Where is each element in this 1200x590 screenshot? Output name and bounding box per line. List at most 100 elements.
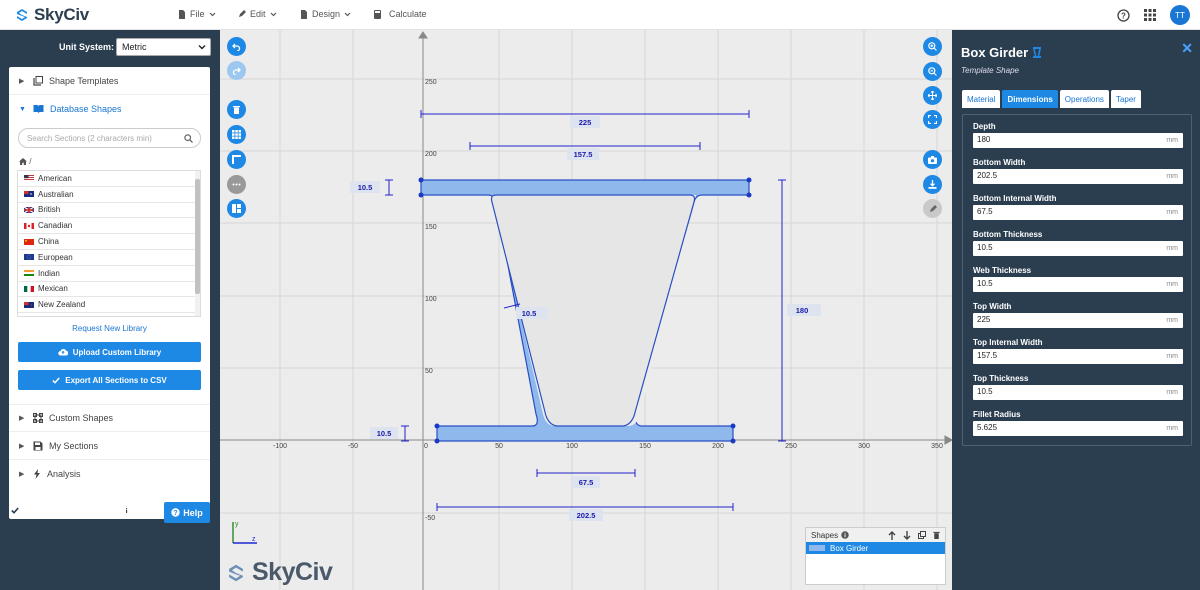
accordion-database-shapes[interactable]: ▼ Database Shapes [9,95,210,123]
top-thickness-value: 10.5 [977,387,993,396]
undo-button[interactable] [227,37,246,56]
library-item-european[interactable]: European [18,250,200,266]
library-item-label: New Zealand [38,300,86,310]
arrow-down-icon[interactable] [903,530,911,540]
zoom-in-button[interactable] [923,37,942,56]
library-item-british[interactable]: British [18,203,200,219]
library-item-american[interactable]: American [18,171,200,187]
copy-icon[interactable] [918,531,926,539]
depth-input[interactable]: 180 mm [973,133,1183,148]
accordion-shape-templates[interactable]: ▶ Shape Templates [9,67,210,95]
library-item-new-zealand[interactable]: New Zealand [18,297,200,314]
section-library-card: ▶ Shape Templates ▼ Database Shapes Sear… [9,67,210,519]
fit-view-button[interactable] [923,110,942,129]
left-panel: Unit System: Metric ▶ Shape Templates ▼ … [0,30,220,590]
chevron-down-icon: ▼ [19,105,26,113]
accordion-my-sections[interactable]: ▶ My Sections [9,432,210,460]
library-item-australian[interactable]: Australian [18,187,200,203]
top-width-label: Top Width [973,302,1012,311]
library-item-label: Australian [38,189,74,199]
export-sections-csv-button[interactable]: Export All Sections to CSV [18,370,201,390]
edit-tool-button[interactable] [923,199,942,218]
top-internal-width-input[interactable]: 157.5 mm [973,349,1183,364]
tab-taper[interactable]: Taper [1110,90,1141,108]
info-icon[interactable] [841,531,849,539]
bottom-width-label: Bottom Width [973,158,1026,167]
zoom-out-icon [928,67,937,76]
corner-tool-button[interactable] [227,150,246,169]
close-icon[interactable]: ✕ [1181,40,1193,57]
tab-dimensions[interactable]: Dimensions [1002,90,1058,108]
bottom-thickness-input[interactable]: 10.5 mm [973,241,1183,256]
menu-file-label: File [190,9,205,19]
top-width-input[interactable]: 225 mm [973,313,1183,328]
apps-grid-icon[interactable] [1144,9,1156,21]
library-item-indian[interactable]: Indian [18,266,200,282]
x-tick: 300 [858,443,870,450]
arrow-up-icon[interactable] [888,530,896,540]
upload-custom-library-button[interactable]: Upload Custom Library [18,342,201,362]
bottom-internal-width-value: 67.5 [977,207,993,216]
accordion-analysis[interactable]: ▶ Analysis [9,460,210,488]
tab-operations[interactable]: Operations [1059,90,1109,108]
x-tick: -50 [348,443,358,450]
library-item-canadian[interactable]: Canadian [18,218,200,235]
web-thickness-value: 10.5 [977,279,993,288]
calculator-icon [374,9,381,19]
library-item-mexican[interactable]: Mexican [18,282,200,298]
fillet-radius-input[interactable]: 5.625 mm [973,421,1183,436]
accordion-custom-shapes[interactable]: ▶ Custom Shapes [9,404,210,432]
web-thickness-input[interactable]: 10.5 mm [973,277,1183,292]
breadcrumb[interactable]: / [19,157,31,166]
x-tick: 200 [712,443,724,450]
trash-icon[interactable] [933,531,940,539]
drawing-canvas[interactable]: -100 -50 0 50 100 150 200 250 300 350 25… [220,30,952,590]
download-button[interactable] [923,175,942,194]
help-button[interactable]: ? Help [164,502,210,523]
user-avatar[interactable]: TT [1170,5,1190,25]
info-icon[interactable] [122,505,131,515]
screenshot-button[interactable] [923,150,942,169]
library-item-china[interactable]: China [18,234,200,250]
shapes-panel-header: Shapes [806,528,945,542]
library-list-scrollbar[interactable] [195,171,200,316]
request-new-library-link[interactable]: Request New Library [9,324,210,333]
bottom-thickness-unit: mm [1166,245,1178,252]
bottom-internal-width-input[interactable]: 67.5 mm [973,205,1183,220]
bottom-width-input[interactable]: 202.5 mm [973,169,1183,184]
more-options-button[interactable] [227,175,246,194]
tab-material[interactable]: Material [962,90,1001,108]
logo-text: SkyCiv [34,5,89,24]
section-search-input[interactable]: Search Sections (2 characters min) [18,128,201,148]
skyciv-logo[interactable]: SkyCiv [14,5,89,24]
zoom-out-button[interactable] [923,62,942,81]
shapes-list-item-label: Box Girder [830,543,869,553]
web-thickness-label: Web Thickness [973,266,1032,275]
home-icon [19,158,27,166]
top-thickness-input[interactable]: 10.5 mm [973,385,1183,400]
x-tick: 100 [566,443,578,450]
clear-previous-shapes-checkbox[interactable]: Clear Previous Shapes [10,505,131,515]
grid-toggle-button[interactable] [227,125,246,144]
menu-calculate[interactable]: Calculate [374,9,427,19]
menu-design[interactable]: Design [300,9,351,19]
unit-system-select[interactable]: Metric [116,38,211,56]
chevron-right-icon: ▶ [19,471,25,478]
delete-button[interactable] [227,100,246,119]
section-drawing[interactable]: -100 -50 0 50 100 150 200 250 300 350 25… [220,30,952,590]
menu-edit[interactable]: Edit [238,9,277,19]
shapes-list-item[interactable]: Box Girder [806,542,945,554]
dim-bottom-thickness: 10.5 [377,429,392,438]
help-circle-icon[interactable]: ? [1117,8,1130,22]
dim-top-thickness: 10.5 [358,183,373,192]
menu-file[interactable]: File [178,9,216,19]
x-tick: 50 [495,443,503,450]
flag-nz-icon [24,301,34,308]
accordion-analysis-label: Analysis [47,469,81,479]
help-circle-icon: ? [171,508,180,517]
pan-button[interactable] [923,86,942,105]
skyciv-watermark: SkyCiv [225,558,333,587]
layers-button[interactable] [227,199,246,218]
corner-icon [232,155,241,164]
redo-button[interactable] [227,61,246,80]
